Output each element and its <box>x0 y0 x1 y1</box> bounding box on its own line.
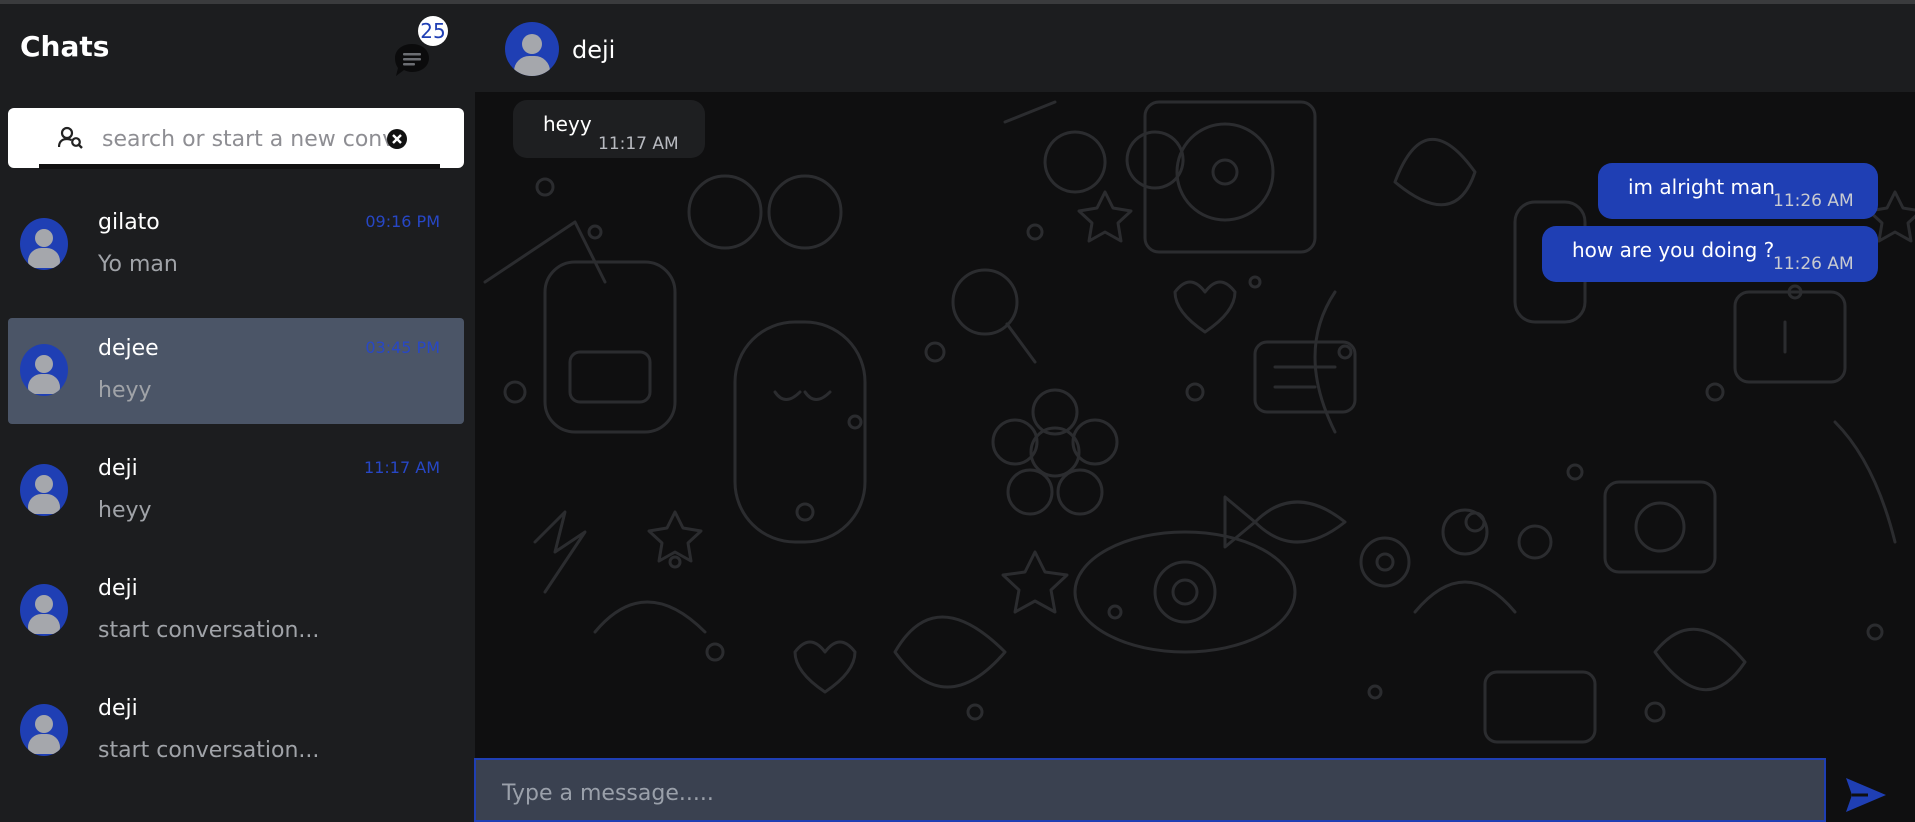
message-composer <box>474 758 1826 822</box>
search-underline <box>39 164 440 169</box>
avatar <box>20 584 68 636</box>
message-time: 11:26 AM <box>1773 254 1854 274</box>
chat-list-item[interactable]: deji heyy 11:17 AM <box>8 438 464 544</box>
conversation-header: deji <box>475 4 1915 92</box>
chat-preview: heyy <box>98 498 152 523</box>
chat-bubble-icon[interactable] <box>392 40 432 80</box>
chat-name: deji <box>98 456 138 481</box>
chat-time: 11:17 AM <box>364 458 440 477</box>
message-input[interactable] <box>500 774 1804 812</box>
message-text: heyy <box>543 112 592 136</box>
chat-name: deji <box>98 576 138 601</box>
chat-list-item[interactable]: deji start conversation... <box>8 678 464 784</box>
chat-time: 09:16 PM <box>365 212 440 231</box>
avatar <box>20 464 68 516</box>
chat-preview: start conversation... <box>98 738 320 763</box>
chat-preview: heyy <box>98 378 152 403</box>
send-icon[interactable] <box>1844 776 1888 818</box>
unread-count-badge: 25 <box>418 16 448 46</box>
contact-name[interactable]: deji <box>572 36 615 64</box>
message-time: 11:26 AM <box>1773 191 1854 211</box>
avatar <box>20 704 68 756</box>
chat-preview: Yo man <box>98 252 178 277</box>
user-search-icon <box>57 126 84 154</box>
avatar <box>20 344 68 396</box>
chat-list-item[interactable]: deji start conversation... <box>8 558 464 664</box>
search-input[interactable] <box>100 120 394 158</box>
message-text: im alright man <box>1628 175 1775 199</box>
chat-name: dejee <box>98 336 159 361</box>
avatar[interactable] <box>505 22 559 76</box>
chat-preview: start conversation... <box>98 618 320 643</box>
message-area: heyy 11:17 AM im alright man 11:26 AM ho… <box>475 92 1915 758</box>
message-bubble-outgoing[interactable]: how are you doing ? 11:26 AM <box>1542 226 1878 282</box>
chat-list-item[interactable]: gilato Yo man 09:16 PM <box>8 192 464 298</box>
sidebar: Chats 25 search or start a new conversat… <box>0 4 475 822</box>
chat-name: deji <box>98 696 138 721</box>
search-box <box>8 108 464 169</box>
chat-list-item[interactable]: dejee heyy 03:45 PM <box>8 318 464 424</box>
sidebar-title: Chats <box>20 30 110 63</box>
avatar <box>20 218 68 270</box>
message-time: 11:17 AM <box>598 134 679 154</box>
chat-name: gilato <box>98 210 160 235</box>
message-bubble-incoming[interactable]: heyy 11:17 AM <box>513 100 705 158</box>
clear-icon[interactable] <box>386 128 408 154</box>
chat-time: 03:45 PM <box>365 338 440 357</box>
message-bubble-outgoing[interactable]: im alright man 11:26 AM <box>1598 163 1878 219</box>
message-text: how are you doing ? <box>1572 238 1775 262</box>
